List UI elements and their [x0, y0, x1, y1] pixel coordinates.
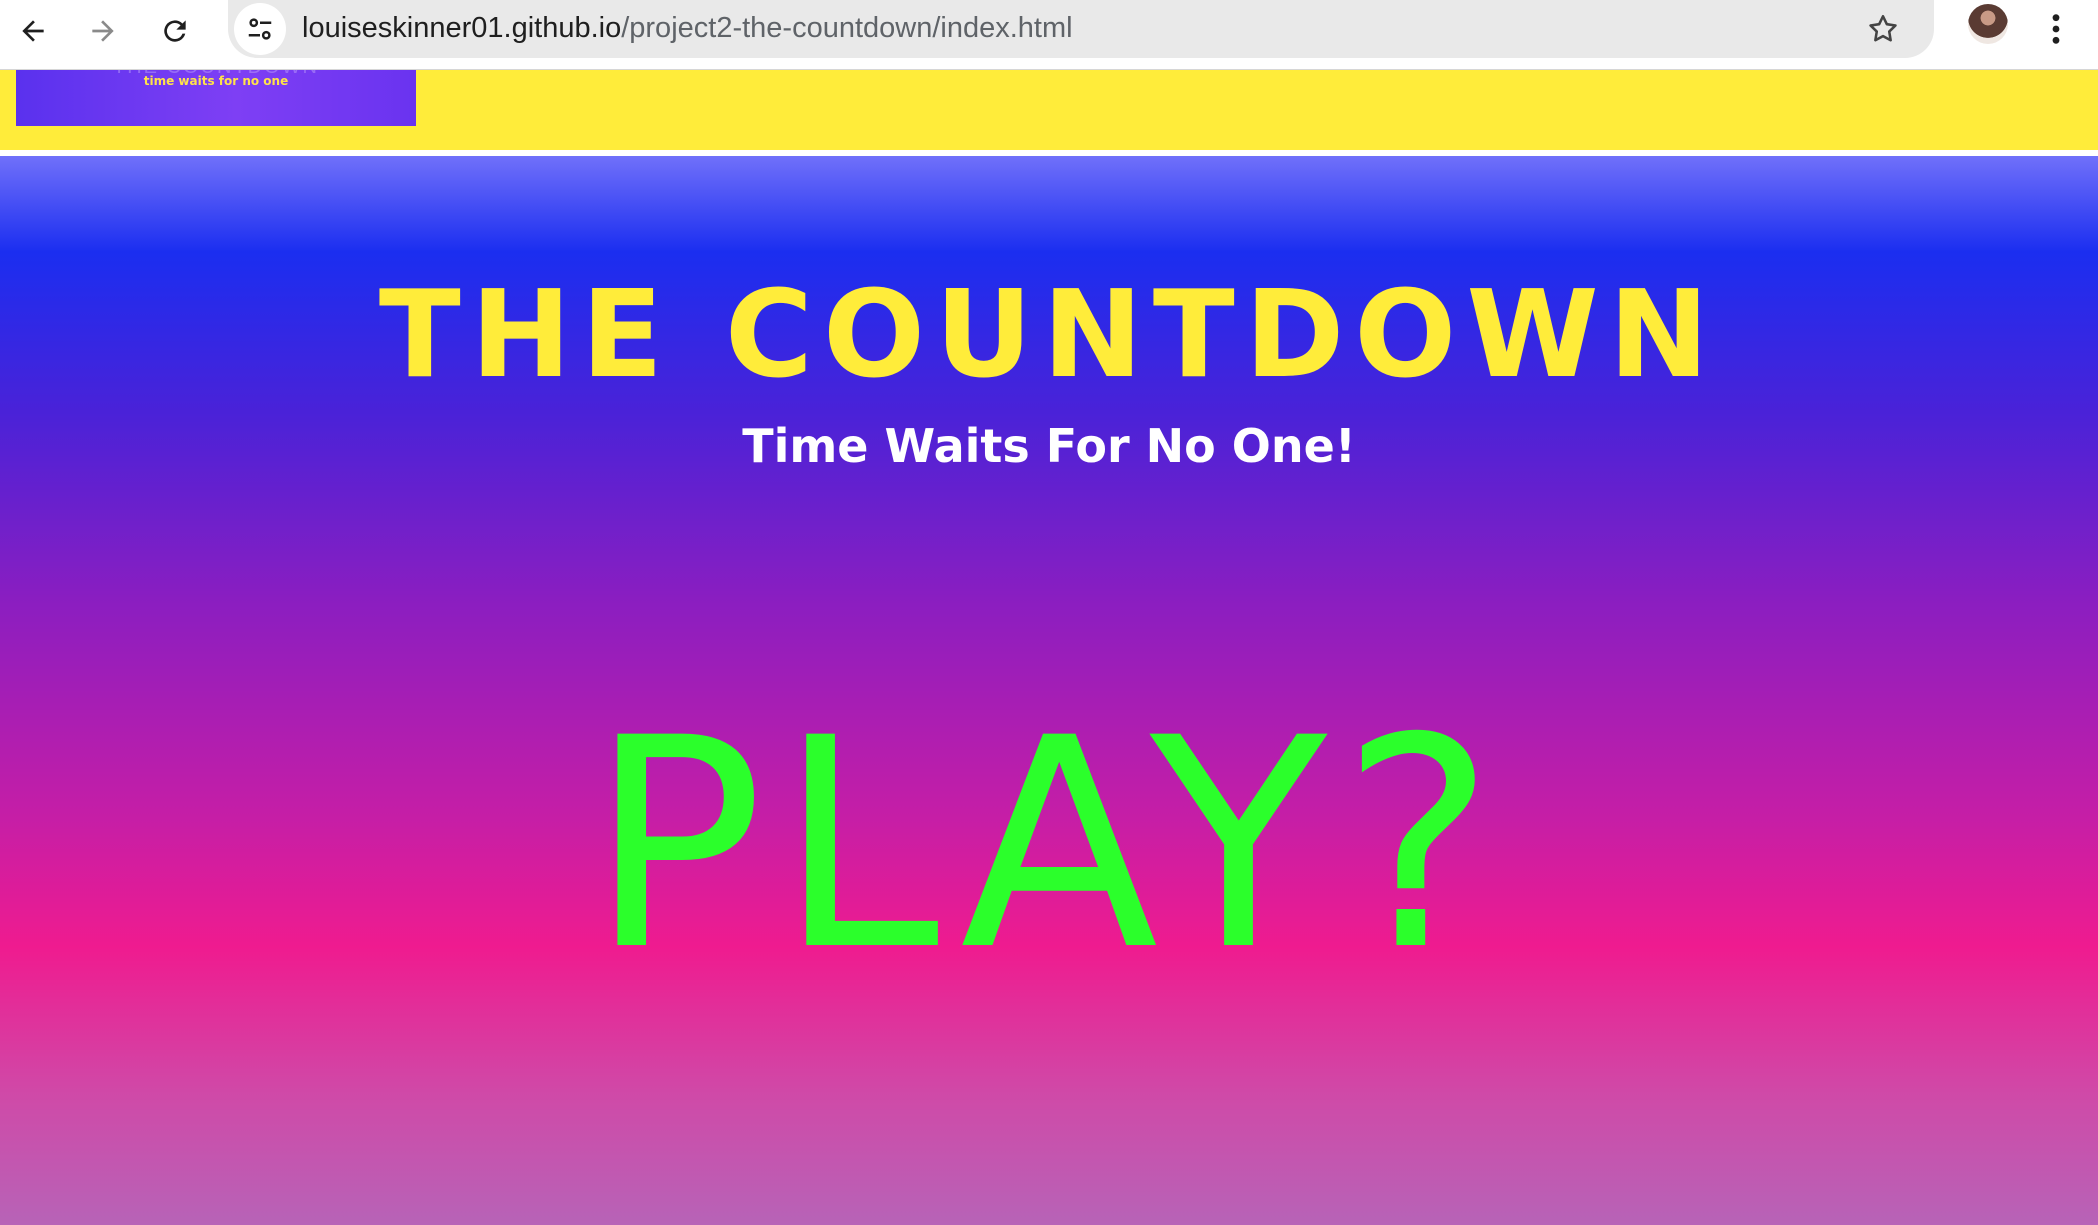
- site-header: THE COUNTDOWN time waits for no one: [0, 70, 2098, 154]
- forward-button[interactable]: [78, 6, 128, 56]
- bookmark-button[interactable]: [1862, 8, 1904, 50]
- site-logo[interactable]: THE COUNTDOWN time waits for no one: [16, 70, 416, 126]
- url-host: louiseskinner01.github.io: [302, 12, 622, 44]
- reload-button[interactable]: [150, 6, 200, 56]
- logo-tagline: time waits for no one: [143, 74, 289, 88]
- forward-arrow-icon: [92, 20, 114, 42]
- back-arrow-icon: [22, 20, 44, 42]
- browser-toolbar: louiseskinner01.github.io/project2-the-c…: [0, 0, 2098, 70]
- play-button[interactable]: PLAY?: [0, 696, 2098, 996]
- page-content: THE COUNTDOWN time waits for no one THE …: [0, 70, 2098, 1225]
- url-text[interactable]: louiseskinner01.github.io/project2-the-c…: [302, 8, 1073, 48]
- bookmark-star-icon: [1869, 14, 1897, 42]
- kebab-menu-icon: [2052, 14, 2060, 44]
- site-info-button[interactable]: [234, 3, 286, 55]
- address-bar[interactable]: louiseskinner01.github.io/project2-the-c…: [228, 0, 1934, 58]
- page-title: THE COUNTDOWN: [378, 266, 1720, 405]
- back-button[interactable]: [8, 6, 58, 56]
- profile-avatar[interactable]: [1968, 4, 2008, 44]
- reload-icon: [164, 20, 186, 42]
- url-path: /project2-the-countdown/index.html: [621, 12, 1073, 44]
- browser-menu-button[interactable]: [2036, 6, 2076, 52]
- hero-section: THE COUNTDOWN Time Waits For No One! PLA…: [0, 156, 2098, 1225]
- page-subtitle: Time Waits For No One!: [742, 419, 1356, 473]
- site-info-icon: [248, 18, 272, 40]
